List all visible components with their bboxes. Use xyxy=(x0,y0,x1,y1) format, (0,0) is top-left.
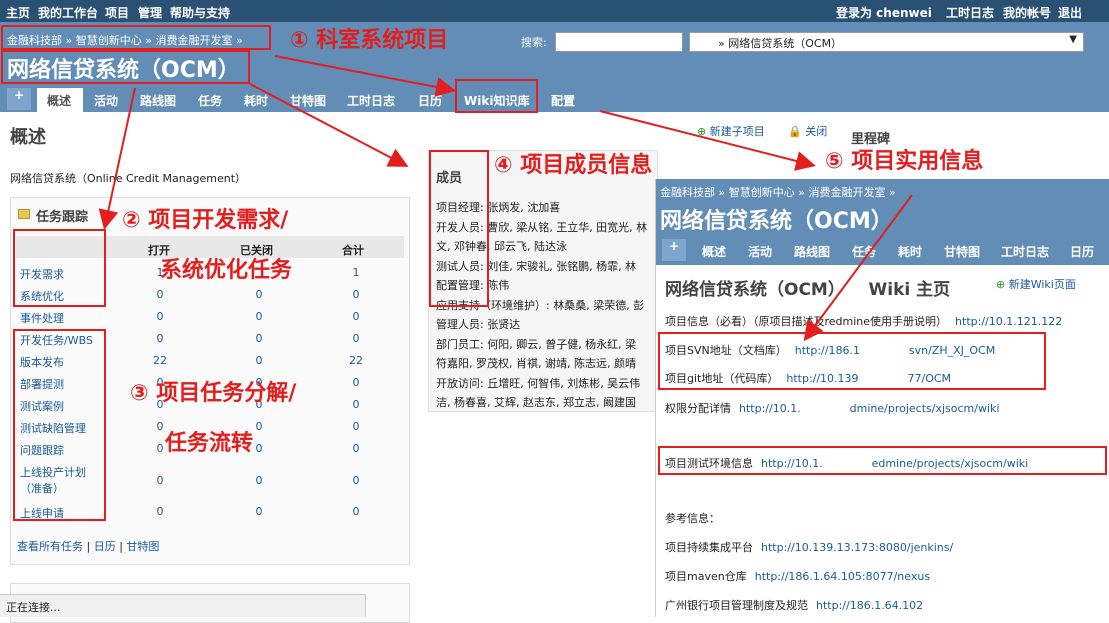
annotation-2a: ② 项目开发需求/ xyxy=(122,208,289,233)
annotation-3a: ③ 项目任务分解/ xyxy=(130,381,297,406)
status-bar: 正在连接... xyxy=(0,594,366,617)
annotation-arrows xyxy=(98,55,913,342)
arrow-to-svn xyxy=(803,194,913,342)
arrow-to-wiki-tab xyxy=(274,55,456,97)
annotation-3b: 任务流转 xyxy=(165,431,254,456)
annotation-1: ① 科室系统项目 xyxy=(290,28,449,53)
arrow-to-members xyxy=(249,83,409,167)
annotation-5: ⑤ 项目实用信息 xyxy=(825,149,984,174)
annotation-2b: 系统优化任务 xyxy=(160,258,293,283)
annotation-4: ④ 项目成员信息 xyxy=(494,153,653,178)
